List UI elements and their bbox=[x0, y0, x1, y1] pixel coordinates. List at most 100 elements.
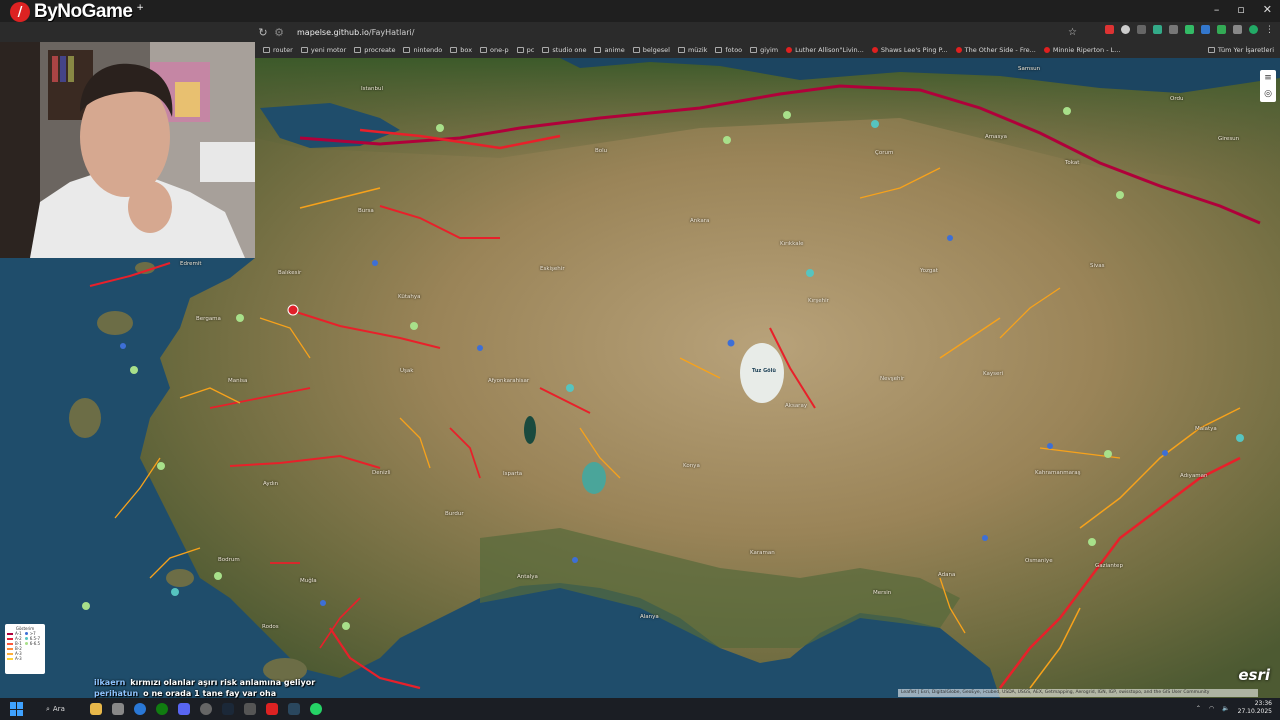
city-label: Kütahya bbox=[398, 294, 421, 300]
earthquake-marker-green[interactable] bbox=[436, 124, 444, 132]
window-controls: – ▫ ✕ bbox=[1214, 3, 1272, 16]
bookmark-item[interactable]: nintendo bbox=[403, 46, 442, 54]
xbox-icon[interactable] bbox=[156, 703, 168, 715]
app-icon[interactable] bbox=[244, 703, 256, 715]
chevron-up-icon[interactable]: ⌃ bbox=[1196, 705, 1201, 712]
city-label: Istanbul bbox=[361, 86, 384, 92]
extension-icon[interactable] bbox=[1153, 25, 1162, 34]
extensions-puzzle-icon[interactable] bbox=[1233, 25, 1242, 34]
whatsapp-icon[interactable] bbox=[310, 703, 322, 715]
bookmark-item[interactable]: procreate bbox=[354, 46, 395, 54]
clock[interactable]: 23:36 27.10.2025 bbox=[1238, 700, 1272, 716]
minimize-icon[interactable]: – bbox=[1214, 3, 1220, 16]
chrome-icon[interactable] bbox=[134, 703, 146, 715]
extension-icon[interactable] bbox=[1185, 25, 1194, 34]
city-label: Eskişehir bbox=[540, 266, 565, 272]
earthquake-marker-large[interactable] bbox=[287, 304, 299, 316]
earthquake-marker-green[interactable] bbox=[342, 622, 350, 630]
earthquake-marker-green[interactable] bbox=[214, 572, 222, 580]
earthquake-marker-green[interactable] bbox=[1116, 191, 1124, 199]
city-label: Bergama bbox=[196, 316, 221, 322]
network-icon[interactable]: ◠ bbox=[1209, 705, 1214, 712]
windows-start-icon[interactable] bbox=[10, 702, 24, 716]
chat-overlay: ilkaern kırmızı olanlar aşırı risk anlamı… bbox=[94, 677, 315, 699]
earthquake-marker-green[interactable] bbox=[130, 366, 138, 374]
bookmark-item[interactable]: Luther Allison"Livin... bbox=[786, 46, 864, 54]
folder-icon bbox=[677, 47, 685, 53]
url-field[interactable]: mapelse.github.io/FayHatlari/ bbox=[297, 28, 414, 37]
maximize-icon[interactable]: ▫ bbox=[1237, 3, 1244, 16]
bookmark-item[interactable]: fotoo bbox=[715, 46, 742, 54]
earthquake-marker-green[interactable] bbox=[82, 602, 90, 610]
youtube-icon bbox=[1043, 47, 1050, 53]
extension-icon[interactable] bbox=[1217, 25, 1226, 34]
earthquake-marker[interactable] bbox=[372, 260, 378, 266]
taskbar-search[interactable]: ⌕ Ara bbox=[46, 702, 82, 716]
bookmark-item[interactable]: belgesel bbox=[632, 46, 670, 54]
site-info-icon[interactable]: ⚙ bbox=[271, 26, 287, 39]
earthquake-marker-teal[interactable] bbox=[871, 120, 879, 128]
earthquake-marker-green[interactable] bbox=[236, 314, 244, 322]
extension-icon[interactable] bbox=[1137, 25, 1146, 34]
layers-icon[interactable]: ≡ bbox=[1264, 73, 1272, 83]
bookmark-item[interactable]: anime bbox=[594, 46, 625, 54]
extension-icon[interactable] bbox=[1201, 25, 1210, 34]
earthquake-marker-green[interactable] bbox=[1104, 450, 1112, 458]
earthquake-marker-green[interactable] bbox=[157, 462, 165, 470]
bookmark-item[interactable]: pc bbox=[516, 46, 534, 54]
discord-icon[interactable] bbox=[178, 703, 190, 715]
bookmark-item[interactable]: The Other Side - Fre... bbox=[955, 46, 1036, 54]
steam-icon[interactable] bbox=[222, 703, 234, 715]
earthquake-marker[interactable] bbox=[120, 343, 126, 349]
profile-icon[interactable] bbox=[1249, 25, 1258, 34]
bookmark-item[interactable]: müzik bbox=[677, 46, 707, 54]
app-icon[interactable] bbox=[112, 703, 124, 715]
earthquake-marker-green[interactable] bbox=[410, 322, 418, 330]
earthquake-marker[interactable] bbox=[947, 235, 953, 241]
menu-kebab-icon[interactable]: ⋮ bbox=[1265, 25, 1274, 35]
bookmark-item[interactable]: box bbox=[450, 46, 472, 54]
earthquake-marker[interactable] bbox=[477, 345, 483, 351]
city-label: Aydın bbox=[263, 481, 279, 487]
close-icon[interactable]: ✕ bbox=[1263, 3, 1272, 16]
bookmark-item[interactable]: studio one bbox=[542, 46, 586, 54]
legend-dot bbox=[24, 642, 28, 645]
earthquake-marker-green[interactable] bbox=[783, 111, 791, 119]
earthquake-marker-teal[interactable] bbox=[806, 269, 814, 277]
all-bookmarks-button[interactable]: Tüm Yer İşaretleri bbox=[1207, 46, 1280, 54]
bookmark-item[interactable]: router bbox=[263, 46, 293, 54]
reload-icon[interactable]: ↻ bbox=[255, 26, 271, 39]
city-label: Yozgat bbox=[920, 268, 938, 274]
earthquake-marker[interactable] bbox=[727, 339, 735, 347]
earthquake-marker-green[interactable] bbox=[1088, 538, 1096, 546]
earthquake-marker[interactable] bbox=[320, 600, 326, 606]
record-icon[interactable] bbox=[266, 703, 278, 715]
bookmark-item[interactable]: Minnie Riperton - L... bbox=[1043, 46, 1120, 54]
earthquake-marker-teal[interactable] bbox=[171, 588, 179, 596]
earthquake-marker-teal[interactable] bbox=[566, 384, 574, 392]
volume-icon[interactable]: 🔈 bbox=[1222, 705, 1229, 712]
bookmark-item[interactable]: giyim bbox=[750, 46, 778, 54]
extension-icon[interactable] bbox=[1169, 25, 1178, 34]
legend-swatch bbox=[7, 632, 13, 635]
legend-swatch bbox=[7, 652, 13, 655]
earthquake-marker[interactable] bbox=[1047, 443, 1053, 449]
bookmark-label: Shaws Lee's Ping P... bbox=[880, 46, 948, 54]
earthquake-marker-teal[interactable] bbox=[1236, 434, 1244, 442]
bookmark-item[interactable]: yeni motor bbox=[300, 46, 347, 54]
bookmark-item[interactable]: one-p bbox=[480, 46, 509, 54]
obs-icon[interactable] bbox=[200, 703, 212, 715]
file-explorer-icon[interactable] bbox=[90, 703, 102, 715]
earthquake-marker-green[interactable] bbox=[723, 136, 731, 144]
earthquake-marker-green[interactable] bbox=[1063, 107, 1071, 115]
bookmark-item[interactable]: Shaws Lee's Ping P... bbox=[871, 46, 948, 54]
earthquake-marker[interactable] bbox=[572, 557, 578, 563]
extension-icon[interactable] bbox=[1121, 25, 1130, 34]
globe-icon[interactable]: ◎ bbox=[1264, 89, 1272, 99]
bookmark-label: yeni motor bbox=[310, 46, 347, 54]
earthquake-marker[interactable] bbox=[982, 535, 988, 541]
app-icon[interactable] bbox=[288, 703, 300, 715]
bookmark-star-icon[interactable]: ☆ bbox=[1068, 27, 1077, 38]
earthquake-marker[interactable] bbox=[1162, 450, 1168, 456]
extension-icon[interactable] bbox=[1105, 25, 1114, 34]
